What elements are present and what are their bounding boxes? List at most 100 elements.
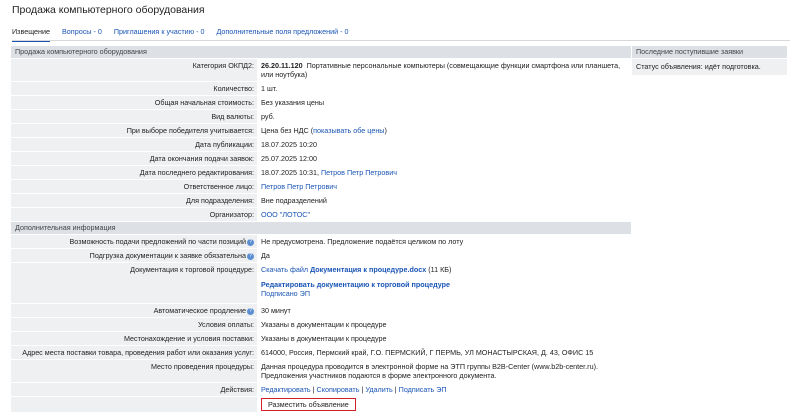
doc-file-link[interactable]: Документация к процедуре.docx <box>310 265 426 274</box>
parts-value: Не предусмотрена. Предложение подаётся ц… <box>257 235 631 248</box>
publish-label-spacer <box>11 397 257 412</box>
help-icon[interactable]: ? <box>247 238 254 246</box>
currency-label: Вид валюты: <box>211 112 254 121</box>
organizer-label: Организатор: <box>209 210 254 219</box>
quantity-value: 1 шт. <box>257 82 631 95</box>
tab-divider <box>12 40 790 41</box>
doc-file-size: (11 КБ) <box>428 265 452 274</box>
help-icon[interactable]: ? <box>247 252 254 260</box>
action-separator: | <box>312 385 315 394</box>
docs-label: Документация к торговой процедуре: <box>130 265 254 274</box>
row-venue: Место проведения процедуры: Данная проце… <box>11 360 631 382</box>
action-separator: | <box>394 385 397 394</box>
address-label: Адрес места поставки товара, проведения … <box>22 348 254 357</box>
edit-date-text: 18.07.2025 10:31, <box>261 168 319 177</box>
price-value: Без указания цены <box>257 96 631 109</box>
doc-file-name: Документация к процедуре.docx <box>310 265 427 274</box>
venue-line-1: Данная процедура проводится в электронно… <box>261 362 598 371</box>
edit-docs-text: Редактировать документацию к торговой пр… <box>261 280 451 289</box>
okpd-text: Портативные персональные компьютеры (сов… <box>261 61 621 79</box>
row-edit-date: Дата последнего редактирования: 18.07.20… <box>11 166 631 179</box>
auto-extend-value: 30 минут <box>257 304 631 317</box>
status-text: Статус объявления: идёт подготовка. <box>632 59 787 75</box>
editor-link[interactable]: Петров Петр Петрович <box>321 168 397 177</box>
row-parts: Возможность подачи предложений по части … <box>11 235 631 248</box>
venue-value: Данная процедура проводится в электронно… <box>257 360 631 382</box>
docs-required-label: Подгрузка документации к заявке обязател… <box>11 249 257 262</box>
auto-extend-label: Автоматическое продление? <box>11 304 257 317</box>
organizer-value: ООО "ЛОТОС" <box>257 208 631 221</box>
row-publish: Разместить объявление <box>11 397 631 412</box>
edit-date-label: Дата последнего редактирования: <box>139 168 254 177</box>
venue-line-2: Предложения участников подаются в форме … <box>261 371 497 380</box>
actions-label: Действия: <box>220 385 255 394</box>
end-date-value: 25.07.2025 12:00 <box>257 152 631 165</box>
edit-date-value: 18.07.2025 10:31, Петров Петр Петрович <box>257 166 631 179</box>
row-price: Общая начальная стоимость: Без указания … <box>11 96 631 109</box>
okpd-value: 26.20.11.120 Портативные персональные ко… <box>257 59 631 81</box>
delivery-place-label: Местонахождение и условия поставки: <box>123 334 254 343</box>
quantity-label: Количество: <box>213 84 254 93</box>
responsible-link[interactable]: Петров Петр Петрович <box>261 182 337 191</box>
winner-text: Цена без НДС ( <box>261 126 314 135</box>
notice-table: Продажа компьютерного оборудования Катег… <box>11 46 631 413</box>
price-label: Общая начальная стоимость: <box>154 98 254 107</box>
winner-label: При выборе победителя учитывается: <box>126 126 254 135</box>
show-both-prices-link[interactable]: показывать обе цены <box>313 126 384 135</box>
auto-extend-label-text: Автоматическое продление <box>153 306 246 315</box>
help-icon[interactable]: ? <box>247 307 254 315</box>
row-actions: Действия: Редактировать | Скопировать | … <box>11 383 631 396</box>
publish-cell: Разместить объявление <box>257 397 631 412</box>
row-end-date: Дата окончания подачи заявок: 25.07.2025… <box>11 152 631 165</box>
row-department: Для подразделения: Вне подразделений <box>11 194 631 207</box>
responsible-value: Петров Петр Петрович <box>257 180 631 193</box>
edit-link[interactable]: Редактировать <box>261 385 311 394</box>
winner-value: Цена без НДС (показывать обе цены) <box>257 124 631 137</box>
sidebar-title: Последние поступившие заявки <box>632 46 787 58</box>
payment-label: Условия оплаты: <box>197 320 254 329</box>
department-label: Для подразделения: <box>186 196 254 205</box>
actions-value: Редактировать | Скопировать | Удалить | … <box>257 383 631 396</box>
payment-value: Указаны в документации к процедуре <box>257 318 631 331</box>
row-organizer: Организатор: ООО "ЛОТОС" <box>11 208 631 221</box>
docs-value: Скачать файл Документация к процедуре.do… <box>257 263 631 303</box>
row-payment: Условия оплаты: Указаны в документации к… <box>11 318 631 331</box>
docs-required-value: Да <box>257 249 631 262</box>
sidebar: Последние поступившие заявки Статус объя… <box>632 46 787 75</box>
docs-required-label-text: Подгрузка документации к заявке обязател… <box>89 251 246 260</box>
venue-label: Место проведения процедуры: <box>150 362 254 371</box>
delete-link[interactable]: Удалить <box>365 385 392 394</box>
currency-value: руб. <box>257 110 631 123</box>
delivery-place-value: Указаны в документации к процедуре <box>257 332 631 345</box>
okpd-label: Категория ОКПД2: <box>192 61 254 70</box>
row-pub-date: Дата публикации: 18.07.2025 10:20 <box>11 138 631 151</box>
row-delivery-place: Местонахождение и условия поставки: Указ… <box>11 332 631 345</box>
row-okpd: Категория ОКПД2: 26.20.11.120 Портативны… <box>11 59 631 81</box>
department-value: Вне подразделений <box>257 194 631 207</box>
edit-docs-link[interactable]: Редактировать документацию к торговой пр… <box>261 280 450 289</box>
row-currency: Вид валюты: руб. <box>11 110 631 123</box>
action-separator: | <box>361 385 364 394</box>
winner-after: ) <box>384 126 387 135</box>
okpd-code: 26.20.11.120 <box>261 61 303 70</box>
row-docs: Документация к торговой процедуре: Скача… <box>11 263 631 303</box>
copy-link[interactable]: Скопировать <box>317 385 360 394</box>
row-auto-extend: Автоматическое продление? 30 минут <box>11 304 631 317</box>
publish-button[interactable]: Разместить объявление <box>261 398 356 411</box>
signed-link[interactable]: Подписано ЭП <box>261 289 310 298</box>
pub-date-value: 18.07.2025 10:20 <box>257 138 631 151</box>
parts-label-text: Возможность подачи предложений по части … <box>69 237 247 246</box>
sign-link[interactable]: Подписать ЭП <box>399 385 447 394</box>
row-responsible: Ответственное лицо: Петров Петр Петрович <box>11 180 631 193</box>
download-file-link[interactable]: Скачать файл <box>261 265 308 274</box>
pub-date-label: Дата публикации: <box>195 140 254 149</box>
responsible-label: Ответственное лицо: <box>183 182 254 191</box>
organizer-link[interactable]: ООО "ЛОТОС" <box>261 210 310 219</box>
address-value: 614000, Россия, Пермский край, Г.О. ПЕРМ… <box>257 346 631 359</box>
section-header-extra: Дополнительная информация <box>11 222 631 234</box>
section-header-main: Продажа компьютерного оборудования <box>11 46 631 58</box>
row-winner: При выборе победителя учитывается: Цена … <box>11 124 631 137</box>
parts-label: Возможность подачи предложений по части … <box>11 235 257 248</box>
row-docs-required: Подгрузка документации к заявке обязател… <box>11 249 631 262</box>
row-address: Адрес места поставки товара, проведения … <box>11 346 631 359</box>
